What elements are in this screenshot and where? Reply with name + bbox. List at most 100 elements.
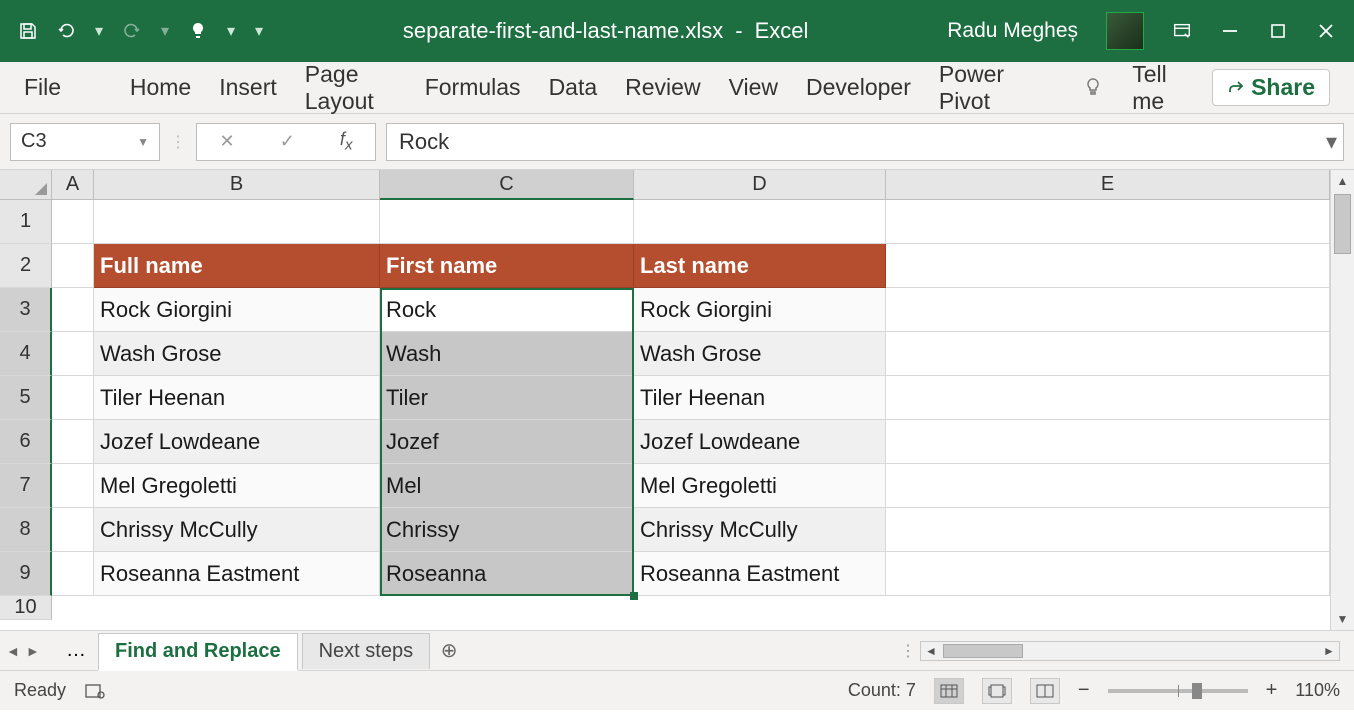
- cell-A6[interactable]: [52, 420, 94, 464]
- cell-E3[interactable]: [886, 288, 1330, 332]
- share-button[interactable]: Share: [1212, 69, 1330, 106]
- row-header-7[interactable]: 7: [0, 464, 52, 508]
- scroll-right-icon[interactable]: ►: [1319, 642, 1339, 660]
- name-box[interactable]: C3 ▼: [10, 123, 160, 161]
- cell-C4[interactable]: Wash: [380, 332, 634, 376]
- redo-icon[interactable]: [122, 21, 142, 41]
- minimize-icon[interactable]: [1220, 21, 1240, 41]
- lightbulb-dropdown-icon[interactable]: ▾: [226, 21, 236, 41]
- row-header-5[interactable]: 5: [0, 376, 52, 420]
- vscroll-thumb[interactable]: [1334, 194, 1351, 254]
- cell-B2[interactable]: Full name: [94, 244, 380, 288]
- cell-D8[interactable]: Chrissy McCully: [634, 508, 886, 552]
- row-header-2[interactable]: 2: [0, 244, 52, 288]
- row-header-6[interactable]: 6: [0, 420, 52, 464]
- fx-drag-icon[interactable]: ⋮: [170, 132, 186, 152]
- scroll-up-icon[interactable]: ▲: [1331, 170, 1354, 192]
- ribbon-tab-formulas[interactable]: Formulas: [425, 74, 521, 101]
- vertical-scrollbar[interactable]: ▲ ▼: [1330, 170, 1354, 630]
- cell-B5[interactable]: Tiler Heenan: [94, 376, 380, 420]
- zoom-slider[interactable]: [1108, 689, 1248, 693]
- row-header-8[interactable]: 8: [0, 508, 52, 552]
- sheet-ellipsis[interactable]: …: [58, 639, 94, 662]
- cell-B3[interactable]: Rock Giorgini: [94, 288, 380, 332]
- ribbon-tab-view[interactable]: View: [729, 74, 778, 101]
- cell-E8[interactable]: [886, 508, 1330, 552]
- scroll-left-icon[interactable]: ◄: [921, 642, 941, 660]
- row-header-4[interactable]: 4: [0, 332, 52, 376]
- row-header-1[interactable]: 1: [0, 200, 52, 244]
- cell-B6[interactable]: Jozef Lowdeane: [94, 420, 380, 464]
- cell-C3[interactable]: Rock: [380, 288, 634, 332]
- user-name[interactable]: Radu Megheș: [947, 19, 1078, 43]
- spreadsheet-grid[interactable]: ABCDE 12345678910 Full nameFirst nameLas…: [0, 170, 1354, 630]
- formula-expand-icon[interactable]: ▾: [1326, 129, 1337, 155]
- macro-record-icon[interactable]: [84, 680, 106, 702]
- user-avatar[interactable]: [1106, 12, 1144, 50]
- hscroll-thumb[interactable]: [943, 644, 1023, 658]
- close-icon[interactable]: [1316, 21, 1336, 41]
- view-page-break-button[interactable]: [1030, 678, 1060, 704]
- cell-B1[interactable]: [94, 200, 380, 244]
- maximize-icon[interactable]: [1268, 21, 1288, 41]
- tellme-text[interactable]: Tell me: [1132, 61, 1184, 115]
- cell-A2[interactable]: [52, 244, 94, 288]
- fx-icon[interactable]: fx: [340, 129, 353, 154]
- ribbon-tab-developer[interactable]: Developer: [806, 74, 911, 101]
- cell-D2[interactable]: Last name: [634, 244, 886, 288]
- view-normal-button[interactable]: [934, 678, 964, 704]
- col-header-B[interactable]: B: [94, 170, 380, 200]
- tellme-icon[interactable]: [1082, 77, 1104, 99]
- cell-E1[interactable]: [886, 200, 1330, 244]
- cell-D5[interactable]: Tiler Heenan: [634, 376, 886, 420]
- ribbon-tab-page-layout[interactable]: Page Layout: [305, 61, 397, 115]
- cell-B9[interactable]: Roseanna Eastment: [94, 552, 380, 596]
- cell-E2[interactable]: [886, 244, 1330, 288]
- undo-icon[interactable]: [56, 21, 76, 41]
- cancel-formula-icon[interactable]: ✕: [220, 131, 235, 152]
- ribbon-tab-data[interactable]: Data: [549, 74, 598, 101]
- horizontal-scrollbar[interactable]: ◄ ►: [920, 641, 1340, 661]
- cell-D9[interactable]: Roseanna Eastment: [634, 552, 886, 596]
- zoom-in-button[interactable]: +: [1266, 679, 1278, 702]
- zoom-knob[interactable]: [1192, 683, 1202, 699]
- col-header-E[interactable]: E: [886, 170, 1330, 200]
- name-box-dropdown-icon[interactable]: ▼: [137, 135, 149, 149]
- ribbon-tab-insert[interactable]: Insert: [219, 74, 277, 101]
- cell-D6[interactable]: Jozef Lowdeane: [634, 420, 886, 464]
- view-page-layout-button[interactable]: [982, 678, 1012, 704]
- cell-A8[interactable]: [52, 508, 94, 552]
- cell-C6[interactable]: Jozef: [380, 420, 634, 464]
- cell-E7[interactable]: [886, 464, 1330, 508]
- save-icon[interactable]: [18, 21, 38, 41]
- cell-C1[interactable]: [380, 200, 634, 244]
- select-all-corner[interactable]: [0, 170, 52, 200]
- fill-handle[interactable]: [630, 592, 638, 600]
- cell-D3[interactable]: Rock Giorgini: [634, 288, 886, 332]
- cell-A1[interactable]: [52, 200, 94, 244]
- cell-C5[interactable]: Tiler: [380, 376, 634, 420]
- scroll-down-icon[interactable]: ▼: [1331, 608, 1354, 630]
- ribbon-tab-file[interactable]: File: [24, 74, 61, 101]
- cell-D7[interactable]: Mel Gregoletti: [634, 464, 886, 508]
- ribbon-tab-review[interactable]: Review: [625, 74, 700, 101]
- tab-resize-handle[interactable]: ⋮: [900, 641, 914, 661]
- cell-B7[interactable]: Mel Gregoletti: [94, 464, 380, 508]
- cell-A9[interactable]: [52, 552, 94, 596]
- cell-B4[interactable]: Wash Grose: [94, 332, 380, 376]
- cell-E9[interactable]: [886, 552, 1330, 596]
- zoom-level[interactable]: 110%: [1295, 680, 1340, 701]
- new-sheet-button[interactable]: ⊕: [434, 636, 464, 666]
- ribbon-tab-power-pivot[interactable]: Power Pivot: [939, 61, 1026, 115]
- row-header-3[interactable]: 3: [0, 288, 52, 332]
- cell-A4[interactable]: [52, 332, 94, 376]
- zoom-out-button[interactable]: −: [1078, 679, 1090, 702]
- sheet-nav[interactable]: ◄►: [6, 643, 54, 659]
- cell-E6[interactable]: [886, 420, 1330, 464]
- sheet-tab-next-steps[interactable]: Next steps: [302, 633, 430, 669]
- formula-input[interactable]: Rock ▾: [386, 123, 1344, 161]
- qat-customize-icon[interactable]: ▾: [254, 21, 264, 41]
- ribbon-display-icon[interactable]: [1172, 21, 1192, 41]
- cell-B8[interactable]: Chrissy McCully: [94, 508, 380, 552]
- col-header-A[interactable]: A: [52, 170, 94, 200]
